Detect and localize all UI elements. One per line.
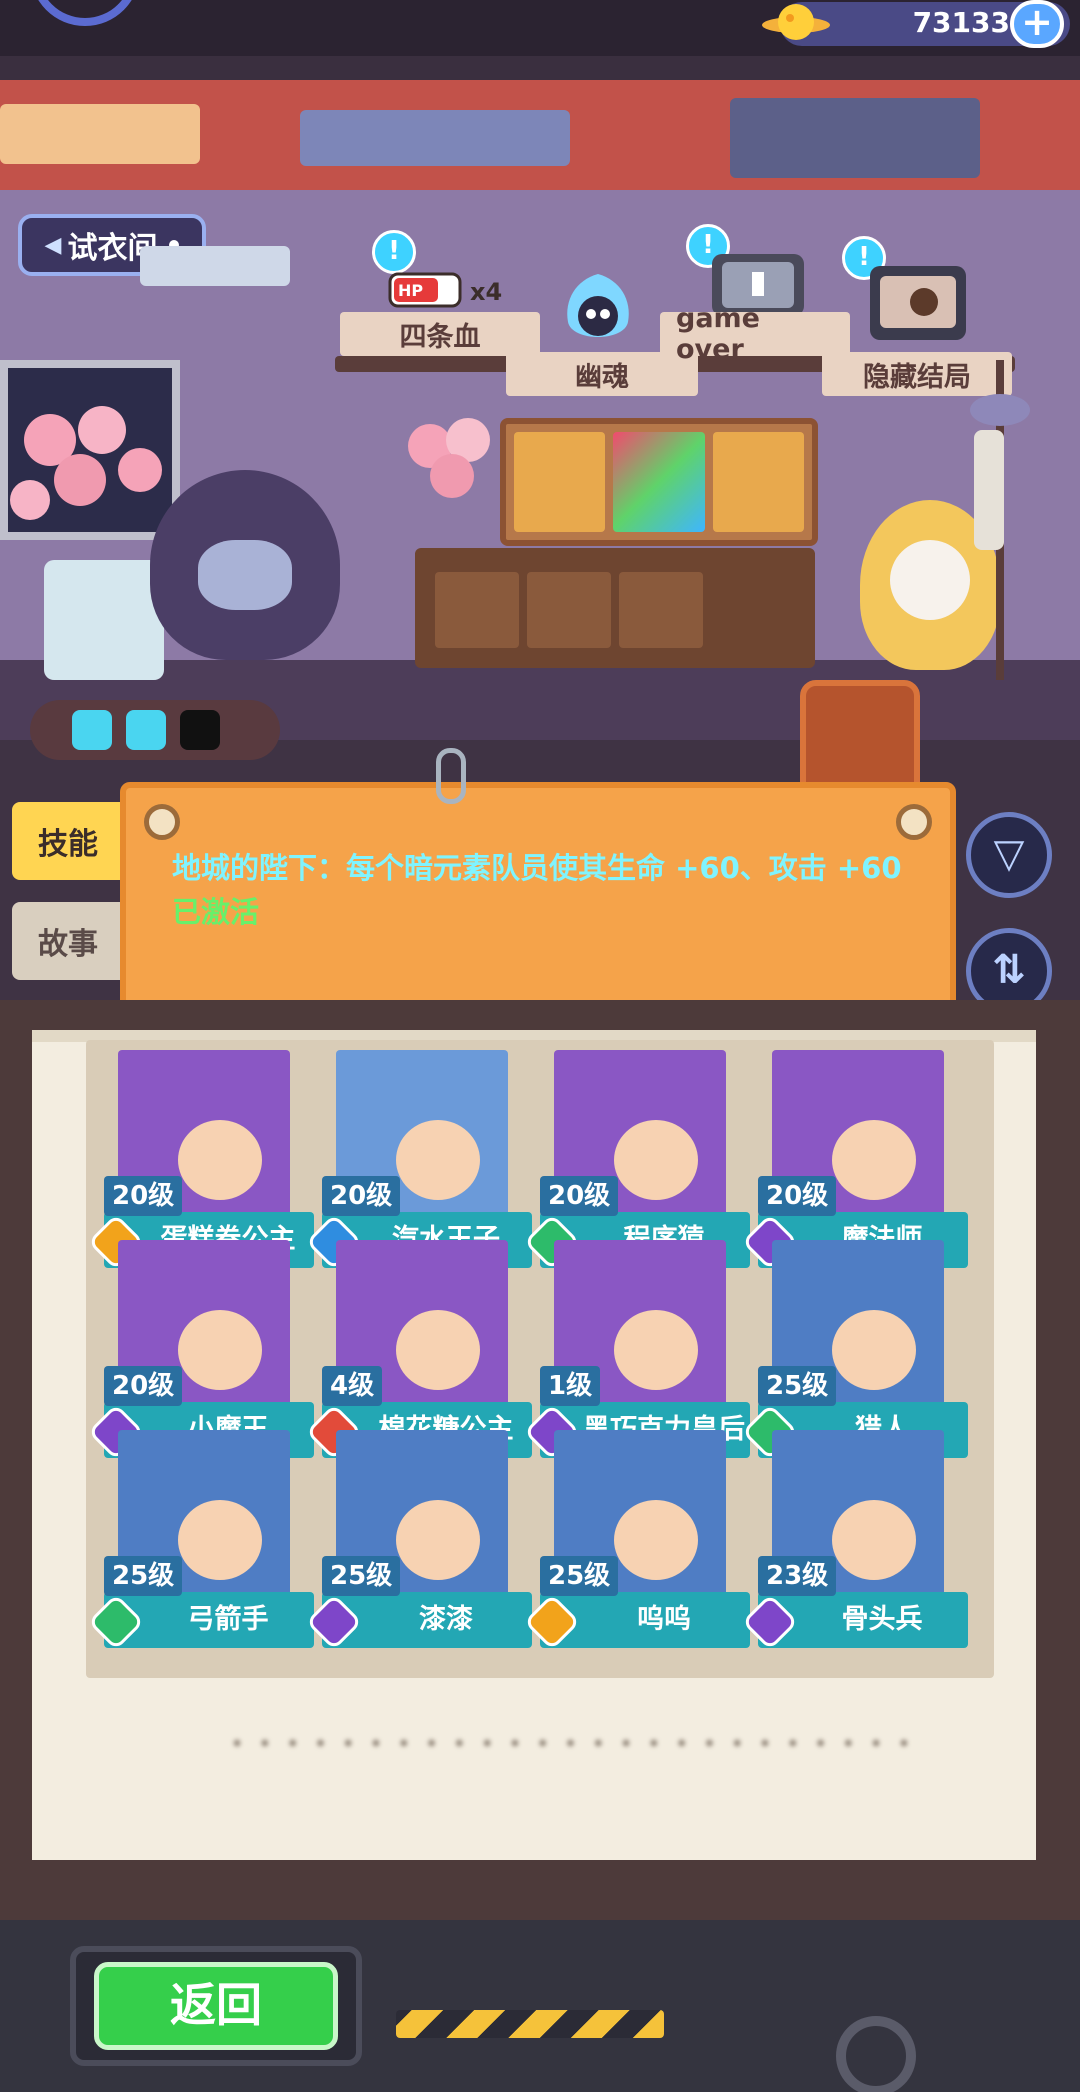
hero-name: 弓箭手 bbox=[187, 1604, 269, 1635]
ending-ghost[interactable]: 幽魂 bbox=[506, 352, 698, 396]
hero-level: 25级 bbox=[104, 1556, 183, 1596]
hero-face bbox=[178, 1120, 262, 1200]
back-arrow-icon: ◀ bbox=[44, 232, 62, 258]
tab-story[interactable]: 故事 bbox=[12, 902, 124, 980]
hero-card[interactable]: 20级程序猿 bbox=[523, 1050, 750, 1272]
hero-level: 25级 bbox=[758, 1366, 837, 1406]
ending-label: 隐藏结局 bbox=[863, 361, 971, 393]
vase bbox=[44, 560, 164, 680]
hero-face bbox=[832, 1120, 916, 1200]
planet-coin-icon bbox=[762, 4, 830, 40]
desk bbox=[415, 548, 815, 668]
hero-card[interactable]: 25级 漆漆 bbox=[305, 1430, 532, 1652]
tab-skill-label: 技能 bbox=[38, 827, 98, 862]
hazard-stripe bbox=[396, 2010, 664, 2038]
hero-card[interactable]: 23级 骨头兵 bbox=[741, 1430, 968, 1652]
hero-card[interactable]: 20级魔法师 bbox=[741, 1050, 968, 1272]
hero-level: 1级 bbox=[540, 1366, 601, 1406]
svg-text:HP: HP bbox=[398, 281, 423, 300]
hero-face bbox=[396, 1500, 480, 1580]
skill-text: 地城的陛下：每个暗元素队员使其生命 +60、攻击 +60 bbox=[172, 851, 902, 885]
hero-face bbox=[832, 1500, 916, 1580]
hero-card[interactable]: 20级小魔王 bbox=[87, 1240, 314, 1462]
hero-card[interactable]: 20级蛋糕卷公主 bbox=[87, 1050, 314, 1272]
hero-level: 4级 bbox=[322, 1366, 383, 1406]
coat-rack bbox=[970, 360, 1030, 680]
hero-level: 25级 bbox=[540, 1556, 619, 1596]
hero-card[interactable]: 25级猎人 bbox=[741, 1240, 968, 1462]
portrait bbox=[613, 432, 705, 532]
ghost-skull-icon bbox=[567, 274, 629, 337]
gear-icon bbox=[836, 2016, 916, 2092]
paper-clip-icon bbox=[436, 748, 466, 804]
add-currency-button[interactable]: + bbox=[1010, 0, 1064, 48]
dark-queen-character bbox=[150, 470, 340, 660]
blurred-footer: • • • • • • • • • • • • • • • • • • • • … bbox=[230, 1730, 914, 1758]
energy-cell-empty-icon bbox=[180, 710, 220, 750]
hero-face bbox=[178, 1310, 262, 1390]
hero-face bbox=[614, 1310, 698, 1390]
hero-face bbox=[832, 1310, 916, 1390]
energy-cell-full-icon bbox=[72, 710, 112, 750]
portrait bbox=[712, 432, 804, 532]
hero-level: 23级 bbox=[758, 1556, 837, 1596]
currency-amount: 73133 bbox=[912, 6, 1010, 39]
hero-name: 骨头兵 bbox=[841, 1604, 923, 1635]
hero-card[interactable]: 1级黑巧克力皇后 bbox=[523, 1240, 750, 1462]
hero-face bbox=[396, 1120, 480, 1200]
hero-face bbox=[614, 1120, 698, 1200]
upper-shelf bbox=[0, 80, 1080, 190]
ending-four-hp[interactable]: 四条血 bbox=[340, 312, 540, 356]
ending-game-over[interactable]: game over bbox=[660, 303, 850, 365]
pin-icon bbox=[144, 804, 180, 840]
ending-label: game over bbox=[676, 303, 760, 365]
hero-name: 呜呜 bbox=[637, 1604, 691, 1635]
ending-label: 四条血 bbox=[399, 321, 481, 353]
ending-label: 幽魂 bbox=[575, 361, 629, 393]
back-button[interactable]: 返回 bbox=[94, 1962, 338, 2050]
tab-story-label: 故事 bbox=[38, 927, 98, 962]
hero-level: 20级 bbox=[104, 1176, 183, 1216]
energy-cell-full-icon bbox=[126, 710, 166, 750]
hp-battery-icon: HP bbox=[388, 272, 462, 308]
tab-skill[interactable]: 技能 bbox=[12, 802, 124, 880]
ceiling-lamp bbox=[140, 246, 290, 286]
hero-level: 20级 bbox=[540, 1176, 619, 1216]
skill-description: 地城的陛下：每个暗元素队员使其生命 +60、攻击 +60 已激活 bbox=[172, 846, 932, 934]
hero-level: 20级 bbox=[322, 1176, 401, 1216]
hero-face bbox=[396, 1310, 480, 1390]
pink-flowers bbox=[408, 418, 490, 498]
hero-card[interactable]: 25级 弓箭手 bbox=[87, 1430, 314, 1652]
hero-card[interactable]: 25级 呜呜 bbox=[523, 1430, 750, 1652]
hero-level: 20级 bbox=[758, 1176, 837, 1216]
pin-icon bbox=[896, 804, 932, 840]
flowers bbox=[10, 406, 162, 520]
hero-card[interactable]: 4级棉花糖公主 bbox=[305, 1240, 532, 1462]
portrait-frame bbox=[500, 418, 818, 546]
portrait bbox=[514, 432, 606, 532]
hero-level: 20级 bbox=[104, 1366, 183, 1406]
skill-status: 已激活 bbox=[172, 895, 260, 929]
hero-face bbox=[178, 1500, 262, 1580]
hero-card[interactable]: 20级汽水王子 bbox=[305, 1050, 532, 1272]
hp-badge: x4 bbox=[470, 278, 503, 306]
hero-level: 25级 bbox=[322, 1556, 401, 1596]
energy-bar bbox=[30, 700, 280, 760]
filter-button[interactable]: ▽ bbox=[966, 812, 1052, 898]
hero-face bbox=[614, 1500, 698, 1580]
hero-name: 漆漆 bbox=[419, 1604, 473, 1635]
hidden-ending-tv-icon bbox=[870, 266, 966, 340]
avatar-ring[interactable] bbox=[30, 0, 140, 26]
